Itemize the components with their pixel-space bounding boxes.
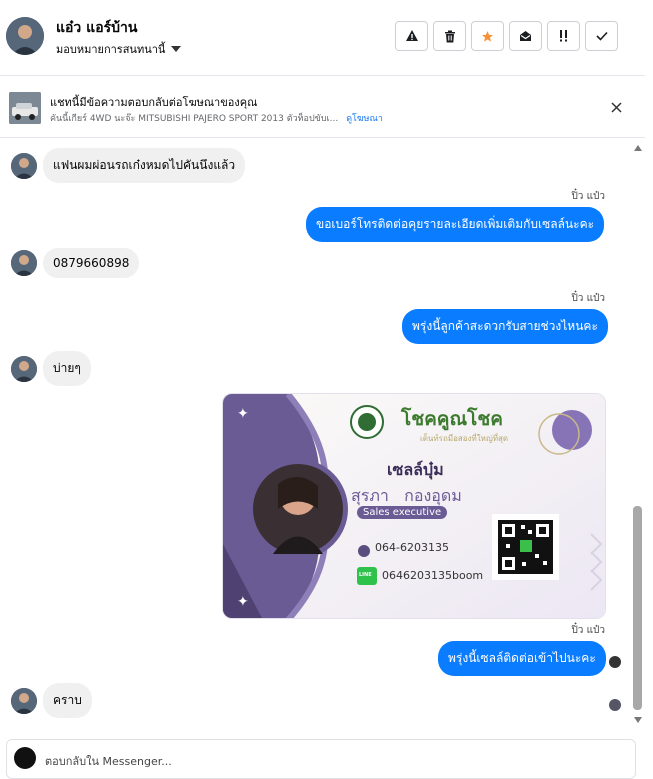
assign-label: มอบหมายการสนทนานี้	[56, 43, 166, 56]
ad-banner-title: แชทนี้มีข้อความตอบกลับต่อโฆษณาของคุณ	[50, 96, 258, 109]
ad-description: คันนี้เกียร์ 4WD นะจ๊ะ MITSUBISHI PAJERO…	[50, 114, 339, 124]
incoming-message: คราบ	[11, 683, 92, 718]
close-icon	[610, 101, 622, 113]
read-receipt-avatar	[609, 656, 621, 668]
read-receipt-avatar	[609, 699, 621, 711]
outgoing-message[interactable]: พรุ่งนี้ลูกค้าสะดวกรับสายช่วงไหนคะ	[402, 309, 608, 344]
message-bubble[interactable]: แฟนผมผ่อนรถเก๋งหมดไปคันนึงแล้ว	[43, 148, 246, 183]
view-ad-link[interactable]: ดูโฆษณา	[346, 114, 383, 124]
trash-icon	[444, 30, 455, 42]
page-avatar	[14, 747, 36, 769]
ad-thumbnail[interactable]	[9, 92, 41, 124]
card-tagline: เต็นท์รถมือสองที่ใหญ่ที่สุด	[420, 434, 509, 443]
caret-down-icon	[171, 46, 182, 52]
follow-up-icon	[559, 30, 567, 42]
sender-label: ปิ๋ว แป๋ว	[571, 625, 605, 636]
contact-avatar[interactable]	[6, 17, 44, 55]
mark-unread-button[interactable]	[509, 21, 542, 51]
contact-name[interactable]: แอ๋ว แอร์บ้าน	[56, 17, 137, 39]
reply-input[interactable]: ตอบกลับใน Messenger...	[45, 752, 172, 770]
card-line-id: 0646203135boom	[382, 569, 484, 582]
message-bubble[interactable]: คราบ	[43, 683, 92, 718]
check-icon	[595, 31, 608, 41]
close-banner-button[interactable]	[605, 96, 627, 118]
scroll-up-arrow-icon[interactable]	[634, 145, 642, 151]
sender-avatar[interactable]	[11, 152, 37, 179]
incoming-message: บ่ายๆ	[11, 351, 91, 386]
card-phone: 064-6203135	[375, 541, 449, 554]
warning-icon	[405, 30, 418, 41]
sender-avatar[interactable]	[11, 687, 37, 714]
svg-text:✦: ✦	[237, 594, 249, 610]
card-line-logo: LINE	[359, 572, 372, 578]
incoming-message: แฟนผมผ่อนรถเก๋งหมดไปคันนึงแล้ว	[11, 148, 246, 183]
card-role: Sales executive	[357, 506, 448, 519]
assign-conversation-dropdown[interactable]: มอบหมายการสนทนานี้	[56, 40, 182, 58]
outgoing-message[interactable]: พรุ่งนี้เซลล์ติดต่อเข้าไปนะคะ	[438, 641, 606, 676]
outgoing-message[interactable]: ขอเบอร์โทรติดต่อคุยรายละเอียดเพิ่มเติมกั…	[306, 207, 605, 242]
sender-avatar[interactable]	[11, 355, 37, 382]
card-nickname: เซลล์บุ๋ม	[387, 460, 444, 479]
card-brand: โชคคูณโชค	[401, 408, 503, 430]
sender-label: ปิ๋ว แป๋ว	[571, 191, 605, 202]
scroll-down-arrow-icon[interactable]	[634, 717, 642, 723]
svg-text:✦: ✦	[237, 406, 249, 422]
ad-banner-subtitle: คันนี้เกียร์ 4WD นะจ๊ะ MITSUBISHI PAJERO…	[50, 111, 383, 125]
mark-unread-icon	[520, 31, 531, 41]
delete-button[interactable]	[433, 21, 466, 51]
done-button[interactable]	[585, 21, 618, 51]
scrollbar-thumb[interactable]	[633, 506, 642, 710]
star-button[interactable]	[471, 21, 504, 51]
incoming-message: 0879660898	[11, 248, 140, 278]
business-card-image[interactable]: ✦ ✦ โชคคูณโชค เต็นท์รถมือสองที่ใหญ่ที่สุ…	[222, 393, 606, 619]
conversation-toolbar	[395, 21, 618, 51]
message-bubble[interactable]: 0879660898	[43, 248, 140, 278]
sender-label: ปิ๋ว แป๋ว	[571, 293, 605, 304]
follow-up-button[interactable]	[547, 21, 580, 51]
star-icon	[482, 30, 493, 42]
sender-avatar[interactable]	[11, 250, 37, 276]
message-bubble[interactable]: บ่ายๆ	[43, 351, 91, 386]
warning-button[interactable]	[395, 21, 428, 51]
